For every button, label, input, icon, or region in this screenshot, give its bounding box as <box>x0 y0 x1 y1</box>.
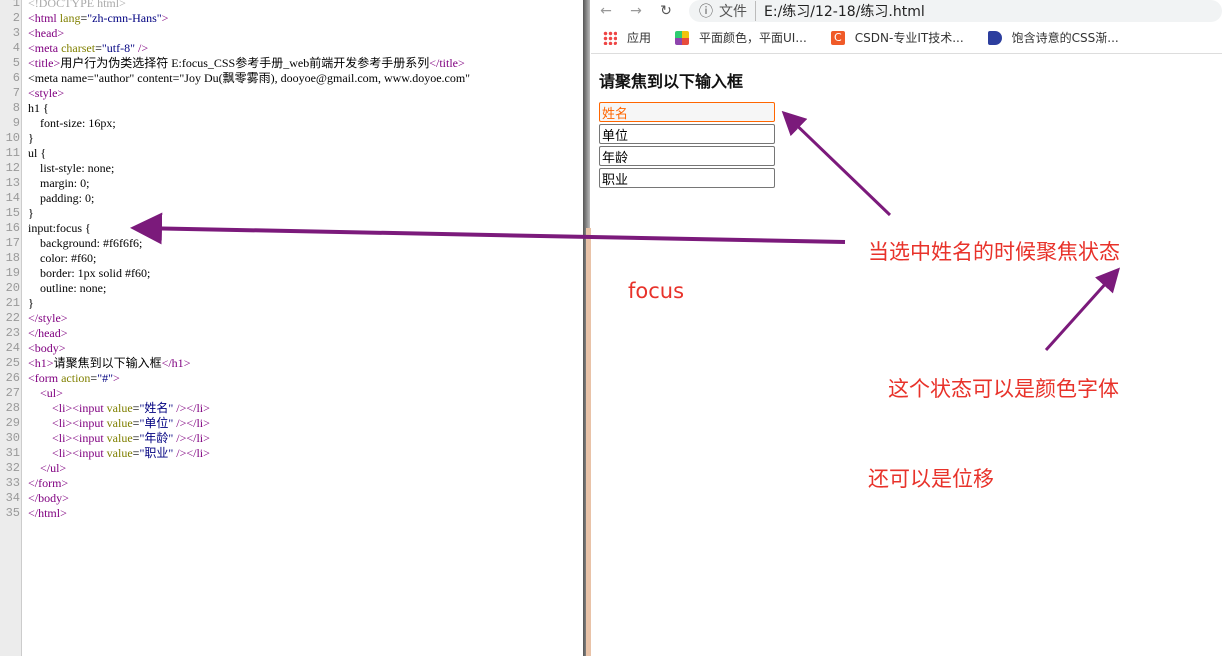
annotation-color-font: 这个状态可以是颜色字体 <box>888 377 1119 401</box>
arrow-to-focused-input <box>781 110 892 217</box>
arrow-to-css-rule <box>130 212 846 245</box>
annotation-focus: focus <box>628 279 685 303</box>
annotation-arrows <box>130 110 1121 352</box>
arrow-to-focus-note <box>1044 267 1121 352</box>
annotation-focus-state: 当选中姓名的时候聚焦状态 <box>868 240 1120 264</box>
annotation-displacement: 还可以是位移 <box>868 467 994 491</box>
